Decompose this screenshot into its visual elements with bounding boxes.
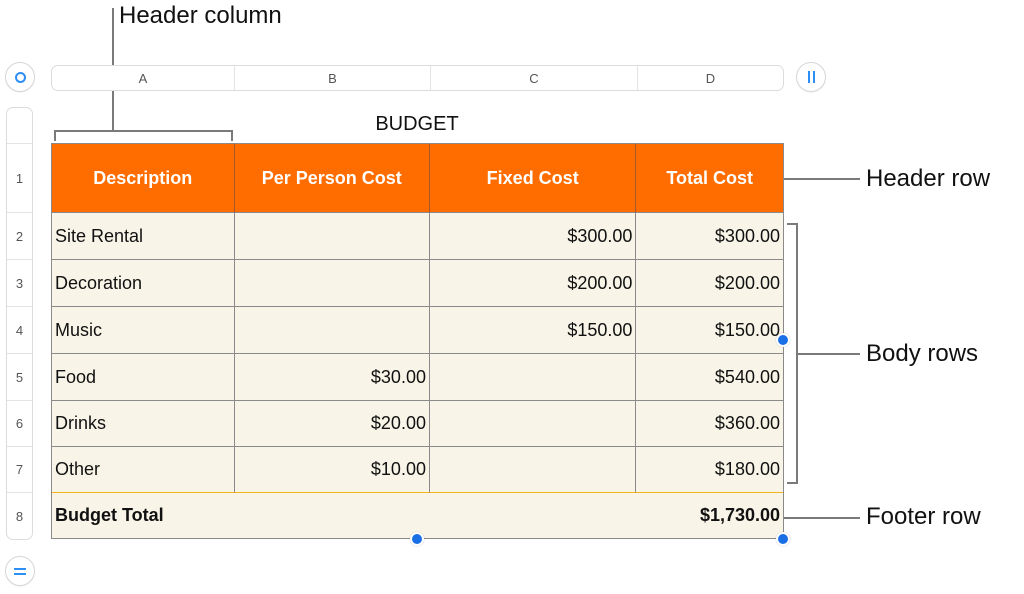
description-cell[interactable]: Food [52,354,235,401]
row-header-3[interactable]: 3 [7,260,32,307]
description-cell[interactable]: Decoration [52,260,235,307]
equals-icon [14,567,26,575]
header-column-bracket-right [231,130,233,141]
column-header-bar: A B C D [51,65,784,91]
table-row: Site Rental $300.00 $300.00 [52,213,783,260]
row-header-5[interactable]: 5 [7,354,32,401]
column-header-b[interactable]: B [235,66,431,90]
header-cell[interactable]: Total Cost [636,144,783,213]
table-row: Decoration $200.00 $200.00 [52,260,783,307]
description-cell[interactable]: Site Rental [52,213,235,260]
footer-total-cell[interactable]: $1,730.00 [636,493,784,538]
header-cell[interactable]: Description [52,144,235,213]
row-header-6[interactable]: 6 [7,401,32,447]
description-cell[interactable]: Music [52,307,235,354]
fixed-cost-cell[interactable] [429,354,637,401]
body-rows-bracket-bottom [787,482,798,484]
column-resize-handle[interactable] [776,333,790,347]
header-column-bracket [54,130,233,132]
total-cost-cell[interactable]: $200.00 [636,260,783,307]
fixed-cost-cell[interactable]: $200.00 [429,260,637,307]
description-cell[interactable]: Drinks [52,401,235,447]
pause-bars-icon [807,71,815,83]
per-person-cost-cell[interactable] [234,260,430,307]
footer-row-callout: Footer row [866,503,981,530]
footer-label-cell[interactable]: Budget Total [52,493,235,538]
header-row-leader-line [784,178,860,180]
row-header-7[interactable]: 7 [7,447,32,493]
row-header-title[interactable] [7,108,32,144]
column-header-a[interactable]: A [52,66,235,90]
fixed-cost-cell[interactable]: $300.00 [429,213,637,260]
fixed-cost-cell[interactable]: $150.00 [429,307,637,354]
header-column-callout: Header column [119,2,282,29]
footer-cell[interactable] [234,493,430,538]
total-cost-cell[interactable]: $360.00 [636,401,783,447]
per-person-cost-cell[interactable] [234,307,430,354]
column-header-c[interactable]: C [431,66,638,90]
add-column-button[interactable] [796,62,826,92]
header-column-bracket-left [54,130,56,141]
description-cell[interactable]: Other [52,447,235,493]
per-person-cost-cell[interactable]: $30.00 [234,354,430,401]
header-row: Description Per Person Cost Fixed Cost T… [52,144,783,213]
fixed-cost-cell[interactable] [429,447,637,493]
row-header-8[interactable]: 8 [7,493,32,539]
total-cost-cell[interactable]: $150.00 [636,307,783,354]
table-title[interactable]: BUDGET [300,113,534,136]
table-row: Music $150.00 $150.00 [52,307,783,354]
row-header-2[interactable]: 2 [7,213,32,260]
header-cell[interactable]: Fixed Cost [429,144,637,213]
per-person-cost-cell[interactable]: $20.00 [234,401,430,447]
row-header-1[interactable]: 1 [7,144,32,213]
column-header-d[interactable]: D [638,66,783,90]
total-cost-cell[interactable]: $300.00 [636,213,783,260]
budget-table: Description Per Person Cost Fixed Cost T… [51,143,784,539]
add-row-button[interactable] [5,556,35,586]
select-table-button[interactable] [5,62,35,92]
body-rows-callout: Body rows [866,340,979,367]
table-row: Food $30.00 $540.00 [52,354,783,401]
fixed-cost-cell[interactable] [429,401,637,447]
row-header-bar: 1 2 3 4 5 6 7 8 [6,107,33,540]
total-cost-cell[interactable]: $180.00 [636,447,783,493]
header-cell[interactable]: Per Person Cost [234,144,430,213]
table-row: Other $10.00 $180.00 [52,447,783,493]
body-rows-leader-line [797,353,860,355]
row-header-4[interactable]: 4 [7,307,32,354]
table-resize-handle[interactable] [776,532,790,546]
per-person-cost-cell[interactable]: $10.00 [234,447,430,493]
per-person-cost-cell[interactable] [234,213,430,260]
header-row-callout: Header row [866,165,991,192]
table-row: Drinks $20.00 $360.00 [52,401,783,447]
footer-cell[interactable] [429,493,637,538]
total-cost-cell[interactable]: $540.00 [636,354,783,401]
circle-icon [14,71,26,83]
footer-row-leader-line [784,517,860,519]
row-resize-handle[interactable] [410,532,424,546]
